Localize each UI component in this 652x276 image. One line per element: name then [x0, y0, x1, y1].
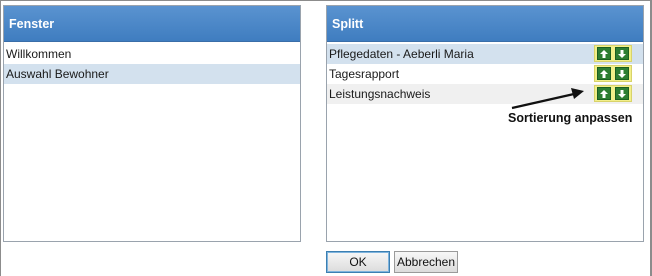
cancel-button[interactable]: Abbrechen [394, 251, 458, 273]
annotation-label: Sortierung anpassen [508, 111, 633, 125]
annotation-arrow [511, 88, 584, 110]
ok-button[interactable]: OK [326, 251, 390, 273]
